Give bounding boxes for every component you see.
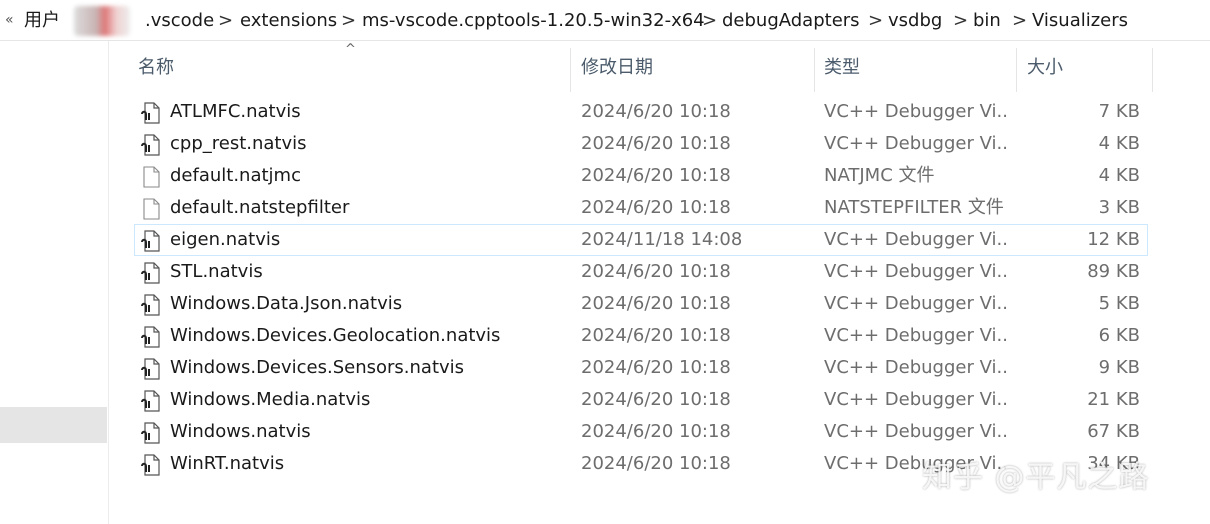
blank-file-icon (140, 197, 162, 221)
breadcrumb-extensions[interactable]: extensions (240, 9, 337, 33)
breadcrumb-separator-icon[interactable]: > (1012, 9, 1027, 33)
file-date: 2024/11/18 14:08 (581, 229, 743, 250)
file-date: 2024/6/20 10:18 (581, 421, 731, 442)
breadcrumb-cpptools[interactable]: ms-vscode.cpptools-1.20.5-win32-x64 (362, 9, 705, 33)
file-type: VC++ Debugger Vi... (824, 325, 1006, 346)
file-name[interactable]: WinRT.natvis (170, 452, 570, 476)
address-bar[interactable]: « 用户 .vscode > extensions > ms-vscode.cp… (0, 0, 1210, 41)
file-date: 2024/6/20 10:18 (581, 197, 731, 218)
file-size: 21 KB (1087, 389, 1140, 410)
file-row[interactable]: Windows.Devices.Sensors.natvis 2024/6/20 … (0, 352, 1210, 384)
file-row[interactable]: cpp_rest.natvis 2024/6/20 10:18 VC++ Debug… (0, 128, 1210, 160)
breadcrumb-separator-icon[interactable]: > (218, 9, 233, 33)
file-type: VC++ Debugger Vi... (824, 101, 1006, 122)
column-header-date[interactable]: 修改日期 (581, 56, 653, 80)
natvis-file-icon (140, 261, 162, 285)
overflow-chevron-icon[interactable]: « (5, 12, 14, 28)
file-type: VC++ Debugger Vi... (824, 357, 1006, 378)
redacted-username (74, 6, 130, 36)
natvis-file-icon (140, 229, 162, 253)
blank-file-icon (140, 165, 162, 189)
breadcrumb-debugadapters[interactable]: debugAdapters (722, 9, 860, 33)
column-divider[interactable] (814, 48, 815, 92)
file-row[interactable]: eigen.natvis 2024/11/18 14:08 VC++ Debugge… (0, 224, 1210, 256)
file-type: VC++ Debugger Vi... (824, 389, 1006, 410)
file-type: VC++ Debugger Vi... (824, 261, 1006, 282)
file-date: 2024/6/20 10:18 (581, 101, 731, 122)
file-size: 67 KB (1087, 421, 1140, 442)
file-date: 2024/6/20 10:18 (581, 357, 731, 378)
file-row[interactable]: Windows.Data.Json.natvis 2024/6/20 10:18 V… (0, 288, 1210, 320)
file-type: VC++ Debugger Vi... (824, 133, 1006, 154)
breadcrumb-separator-icon[interactable]: > (702, 9, 717, 33)
breadcrumb-separator-icon[interactable]: > (341, 9, 356, 33)
file-date: 2024/6/20 10:18 (581, 453, 731, 474)
file-name[interactable]: STL.natvis (170, 260, 570, 284)
column-divider[interactable] (570, 48, 571, 92)
column-header-size[interactable]: 大小 (1027, 56, 1063, 80)
file-size: 9 KB (1098, 357, 1140, 378)
file-name[interactable]: cpp_rest.natvis (170, 132, 570, 156)
file-date: 2024/6/20 10:18 (581, 261, 731, 282)
breadcrumb-visualizers[interactable]: Visualizers (1032, 9, 1128, 33)
file-name[interactable]: Windows.Devices.Sensors.natvis (170, 356, 570, 380)
natvis-file-icon (140, 325, 162, 349)
file-name[interactable]: Windows.Media.natvis (170, 388, 570, 412)
file-date: 2024/6/20 10:18 (581, 389, 731, 410)
natvis-file-icon (140, 293, 162, 317)
file-type: VC++ Debugger Vi... (824, 229, 1006, 250)
file-name[interactable]: ATLMFC.natvis (170, 100, 570, 124)
file-size: 6 KB (1098, 325, 1140, 346)
file-row[interactable]: STL.natvis 2024/6/20 10:18 VC++ Debugger V… (0, 256, 1210, 288)
file-date: 2024/6/20 10:18 (581, 165, 731, 186)
file-row[interactable]: default.natjmc 2024/6/20 10:18 NATJMC 文件 4 … (0, 160, 1210, 192)
column-divider[interactable] (1016, 48, 1017, 92)
file-name[interactable]: Windows.Data.Json.natvis (170, 292, 570, 316)
file-size: 89 KB (1087, 261, 1140, 282)
file-date: 2024/6/20 10:18 (581, 133, 731, 154)
natvis-file-icon (140, 357, 162, 381)
file-name[interactable]: Windows.Devices.Geolocation.natvis (170, 324, 570, 348)
natvis-file-icon (140, 421, 162, 445)
file-row[interactable]: Windows.Media.natvis 2024/6/20 10:18 VC++ … (0, 384, 1210, 416)
file-name[interactable]: eigen.natvis (170, 228, 570, 252)
breadcrumb-separator-icon[interactable]: > (868, 9, 883, 33)
file-row[interactable]: default.natstepfilter 2024/6/20 10:18 NATS… (0, 192, 1210, 224)
file-type: NATJMC 文件 (824, 165, 935, 186)
natvis-file-icon (140, 101, 162, 125)
column-header-name[interactable]: 名称 (138, 56, 174, 80)
file-row[interactable]: Windows.Devices.Geolocation.natvis 2024/6… (0, 320, 1210, 352)
file-row[interactable]: ATLMFC.natvis 2024/6/20 10:18 VC++ Debugge… (0, 96, 1210, 128)
file-size: 3 KB (1098, 197, 1140, 218)
file-date: 2024/6/20 10:18 (581, 293, 731, 314)
breadcrumb-separator-icon[interactable]: > (953, 9, 968, 33)
file-size: 5 KB (1098, 293, 1140, 314)
file-size: 12 KB (1087, 229, 1140, 250)
file-name[interactable]: default.natstepfilter (170, 196, 570, 220)
sort-ascending-icon: ^ (345, 42, 356, 57)
watermark: 知乎 @平凡之路 (922, 460, 1150, 495)
file-date: 2024/6/20 10:18 (581, 325, 731, 346)
file-name[interactable]: default.natjmc (170, 164, 570, 188)
breadcrumb-vsdbg[interactable]: vsdbg (888, 9, 942, 33)
column-divider[interactable] (1152, 48, 1153, 92)
file-size: 4 KB (1098, 165, 1140, 186)
breadcrumb-bin[interactable]: bin (973, 9, 1001, 33)
breadcrumb-vscode[interactable]: .vscode (145, 9, 214, 33)
file-size: 7 KB (1098, 101, 1140, 122)
column-headers: ^ 名称 修改日期 类型 大小 (110, 42, 1210, 92)
breadcrumb-users[interactable]: 用户 (24, 9, 60, 33)
natvis-file-icon (140, 389, 162, 413)
file-name[interactable]: Windows.natvis (170, 420, 570, 444)
file-type: VC++ Debugger Vi... (824, 421, 1006, 442)
natvis-file-icon (140, 453, 162, 477)
file-size: 4 KB (1098, 133, 1140, 154)
file-row[interactable]: Windows.natvis 2024/6/20 10:18 VC++ Debugg… (0, 416, 1210, 448)
natvis-file-icon (140, 133, 162, 157)
file-type: VC++ Debugger Vi... (824, 293, 1006, 314)
file-type: NATSTEPFILTER 文件 (824, 197, 1004, 218)
column-header-type[interactable]: 类型 (824, 56, 860, 80)
